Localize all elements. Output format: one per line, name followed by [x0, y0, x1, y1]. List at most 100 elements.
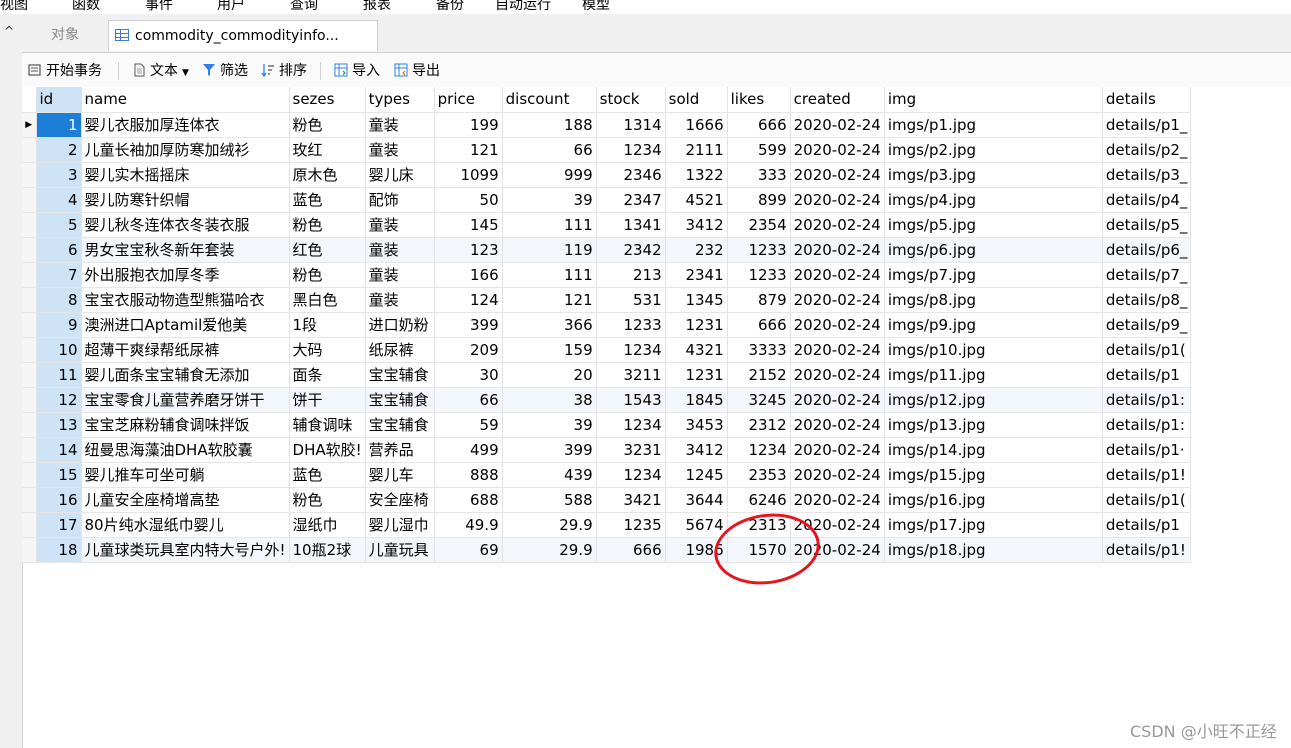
cell-name[interactable]: 婴儿实木摇摇床 — [81, 162, 290, 188]
cell-sezes[interactable]: 粉色 — [289, 487, 366, 513]
cell-id[interactable]: 7 — [36, 262, 82, 288]
table-row[interactable]: 17 80片纯水湿纸巾婴儿 湿纸巾 婴儿湿巾 49.9 29.9 1235 5674 2313 2… — [22, 512, 1192, 538]
cell-name[interactable]: 80片纯水湿纸巾婴儿 — [81, 512, 290, 538]
cell-price[interactable]: 66 — [434, 387, 503, 413]
cell-details[interactable]: details/p1 — [1102, 362, 1192, 388]
cell-types[interactable]: 童装 — [365, 137, 435, 163]
cell-img[interactable]: imgs/p7.jpg — [884, 262, 1103, 288]
row-indicator[interactable] — [22, 187, 37, 213]
cell-sold[interactable]: 2341 — [665, 262, 728, 288]
table-row[interactable]: 9 澳洲进口Aptamil爱他美 1段 进口奶粉 399 366 1233 1231 666 20… — [22, 312, 1192, 338]
cell-stock[interactable]: 1314 — [596, 112, 666, 138]
cell-likes[interactable]: 1233 — [727, 262, 791, 288]
cell-likes[interactable]: 666 — [727, 312, 791, 338]
cell-likes[interactable]: 333 — [727, 162, 791, 188]
cell-sezes[interactable]: 粉色 — [289, 112, 366, 138]
cell-img[interactable]: imgs/p8.jpg — [884, 287, 1103, 313]
cell-id[interactable]: 1 — [36, 112, 82, 138]
row-indicator[interactable] — [22, 362, 37, 388]
cell-details[interactable]: details/p7_ — [1102, 262, 1192, 288]
cell-details[interactable]: details/p4_ — [1102, 187, 1192, 213]
cell-stock[interactable]: 1233 — [596, 312, 666, 338]
cell-types[interactable]: 配饰 — [365, 187, 435, 213]
cell-sold[interactable]: 1322 — [665, 162, 728, 188]
column-header-details[interactable]: details — [1102, 87, 1192, 113]
menu-item-automation[interactable]: 自动运行 — [495, 0, 551, 14]
table-row[interactable]: 14 纽曼思海藻油DHA软胶囊 DHA软胶! 营养品 499 399 3231 3412 123… — [22, 437, 1192, 463]
cell-price[interactable]: 166 — [434, 262, 503, 288]
cell-discount[interactable]: 20 — [502, 362, 597, 388]
cell-img[interactable]: imgs/p18.jpg — [884, 537, 1103, 563]
row-indicator[interactable] — [22, 312, 37, 338]
table-row[interactable]: 11 婴儿面条宝宝辅食无添加 面条 宝宝辅食 30 20 3211 1231 2152 2020-… — [22, 362, 1192, 388]
cell-types[interactable]: 童装 — [365, 287, 435, 313]
cell-stock[interactable]: 1234 — [596, 137, 666, 163]
cell-discount[interactable]: 29.9 — [502, 537, 597, 563]
menu-item-query[interactable]: 查询 — [290, 0, 318, 14]
cell-created[interactable]: 2020-02-24 — [790, 487, 885, 513]
column-header-sold[interactable]: sold — [665, 87, 728, 113]
cell-id[interactable]: 13 — [36, 412, 82, 438]
cell-sold[interactable]: 1666 — [665, 112, 728, 138]
cell-img[interactable]: imgs/p14.jpg — [884, 437, 1103, 463]
column-header-stock[interactable]: stock — [596, 87, 666, 113]
cell-details[interactable]: details/p1: — [1102, 412, 1192, 438]
cell-created[interactable]: 2020-02-24 — [790, 162, 885, 188]
cell-sold[interactable]: 3412 — [665, 437, 728, 463]
table-row[interactable]: 15 婴儿推车可坐可躺 蓝色 婴儿车 888 439 1234 1245 2353 2020-02… — [22, 462, 1192, 488]
cell-sezes[interactable]: 红色 — [289, 237, 366, 263]
column-header-likes[interactable]: likes — [727, 87, 791, 113]
cell-types[interactable]: 宝宝辅食 — [365, 362, 435, 388]
cell-types[interactable]: 宝宝辅食 — [365, 387, 435, 413]
sort-button[interactable]: 排序 — [261, 62, 307, 80]
cell-price[interactable]: 688 — [434, 487, 503, 513]
tab-objects[interactable]: 对象 — [22, 20, 108, 51]
cell-discount[interactable]: 111 — [502, 212, 597, 238]
cell-price[interactable]: 49.9 — [434, 512, 503, 538]
cell-name[interactable]: 儿童长袖加厚防寒加绒衫 — [81, 137, 290, 163]
cell-sold[interactable]: 1245 — [665, 462, 728, 488]
table-row[interactable]: 13 宝宝芝麻粉辅食调味拌饭 辅食调味 宝宝辅食 59 39 1234 3453 2312 202… — [22, 412, 1192, 438]
current-row-indicator-icon[interactable]: ▶ — [22, 112, 37, 138]
cell-name[interactable]: 澳洲进口Aptamil爱他美 — [81, 312, 290, 338]
cell-sezes[interactable]: 饼干 — [289, 387, 366, 413]
cell-created[interactable]: 2020-02-24 — [790, 237, 885, 263]
cell-sezes[interactable]: 黑白色 — [289, 287, 366, 313]
cell-name[interactable]: 儿童安全座椅增高垫 — [81, 487, 290, 513]
row-indicator[interactable] — [22, 387, 37, 413]
cell-types[interactable]: 纸尿裤 — [365, 337, 435, 363]
table-row[interactable]: 7 外出服抱衣加厚冬季 粉色 童装 166 111 213 2341 1233 2020-02-2… — [22, 262, 1192, 288]
cell-id[interactable]: 3 — [36, 162, 82, 188]
cell-price[interactable]: 123 — [434, 237, 503, 263]
cell-price[interactable]: 399 — [434, 312, 503, 338]
cell-sold[interactable]: 3644 — [665, 487, 728, 513]
cell-sold[interactable]: 1345 — [665, 287, 728, 313]
table-row[interactable]: 6 男女宝宝秋冬新年套装 红色 童装 123 119 2342 232 1233 2020-02-… — [22, 237, 1192, 263]
cell-likes[interactable]: 3245 — [727, 387, 791, 413]
cell-created[interactable]: 2020-02-24 — [790, 187, 885, 213]
import-button[interactable]: 导入 — [334, 62, 380, 80]
cell-price[interactable]: 199 — [434, 112, 503, 138]
cell-id[interactable]: 4 — [36, 187, 82, 213]
cell-stock[interactable]: 2342 — [596, 237, 666, 263]
cell-name[interactable]: 外出服抱衣加厚冬季 — [81, 262, 290, 288]
cell-stock[interactable]: 213 — [596, 262, 666, 288]
begin-transaction-button[interactable]: 开始事务 — [28, 62, 102, 80]
cell-price[interactable]: 121 — [434, 137, 503, 163]
cell-name[interactable]: 宝宝芝麻粉辅食调味拌饭 — [81, 412, 290, 438]
menu-item-reports[interactable]: 报表 — [363, 0, 391, 14]
cell-id[interactable]: 15 — [36, 462, 82, 488]
table-row[interactable]: 4 婴儿防寒针织帽 蓝色 配饰 50 39 2347 4521 899 2020-02-24 img… — [22, 187, 1192, 213]
cell-likes[interactable]: 2353 — [727, 462, 791, 488]
row-indicator[interactable] — [22, 137, 37, 163]
cell-likes[interactable]: 6246 — [727, 487, 791, 513]
cell-details[interactable]: details/p1: — [1102, 387, 1192, 413]
cell-types[interactable]: 儿童玩具 — [365, 537, 435, 563]
cell-types[interactable]: 进口奶粉 — [365, 312, 435, 338]
cell-price[interactable]: 209 — [434, 337, 503, 363]
cell-sezes[interactable]: 辅食调味 — [289, 412, 366, 438]
cell-sezes[interactable]: 10瓶2球 — [289, 537, 366, 563]
cell-created[interactable]: 2020-02-24 — [790, 437, 885, 463]
cell-details[interactable]: details/p8_ — [1102, 287, 1192, 313]
column-header-id[interactable]: id — [36, 87, 82, 113]
